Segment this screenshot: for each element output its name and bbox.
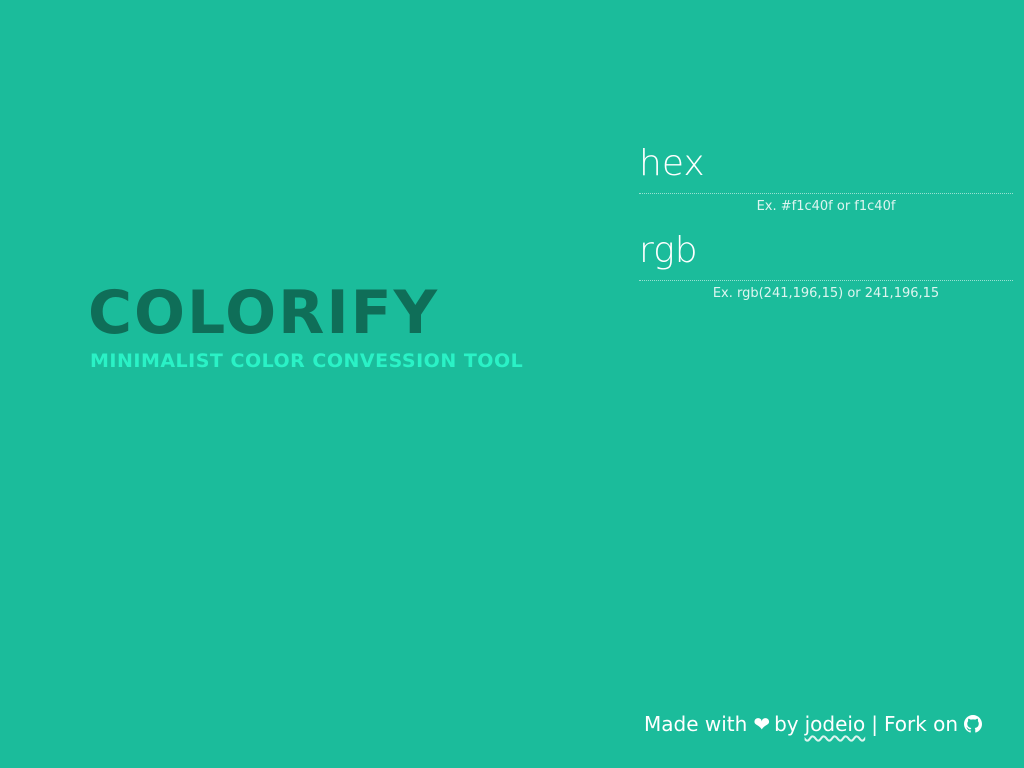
fork-link[interactable]: Fork on	[883, 712, 983, 736]
converter-form: Ex. #f1c40f or f1c40f Ex. rgb(241,196,15…	[639, 140, 1013, 314]
rgb-input[interactable]	[639, 227, 1013, 281]
made-with-text: Made with	[644, 712, 748, 736]
hex-input[interactable]	[639, 140, 1013, 194]
hex-field-group: Ex. #f1c40f or f1c40f	[639, 140, 1013, 217]
by-text: by	[774, 712, 799, 736]
app-subtitle: MINIMALIST COLOR CONVESSION TOOL	[90, 350, 524, 372]
footer-separator: |	[871, 712, 878, 736]
heart-icon: ❤	[753, 712, 771, 736]
app-title: COLORIFY	[88, 278, 440, 348]
fork-label: Fork on	[883, 712, 959, 736]
brand-block: COLORIFY MINIMALIST COLOR CONVESSION TOO…	[88, 278, 568, 372]
hex-hint: Ex. #f1c40f or f1c40f	[756, 199, 896, 214]
github-icon	[964, 715, 983, 733]
rgb-hint: Ex. rgb(241,196,15) or 241,196,15	[712, 286, 940, 301]
author-link[interactable]: jodeio	[805, 712, 866, 736]
rgb-field-group: Ex. rgb(241,196,15) or 241,196,15	[639, 227, 1013, 304]
footer: Made with ❤ by jodeio | Fork on	[644, 712, 983, 736]
